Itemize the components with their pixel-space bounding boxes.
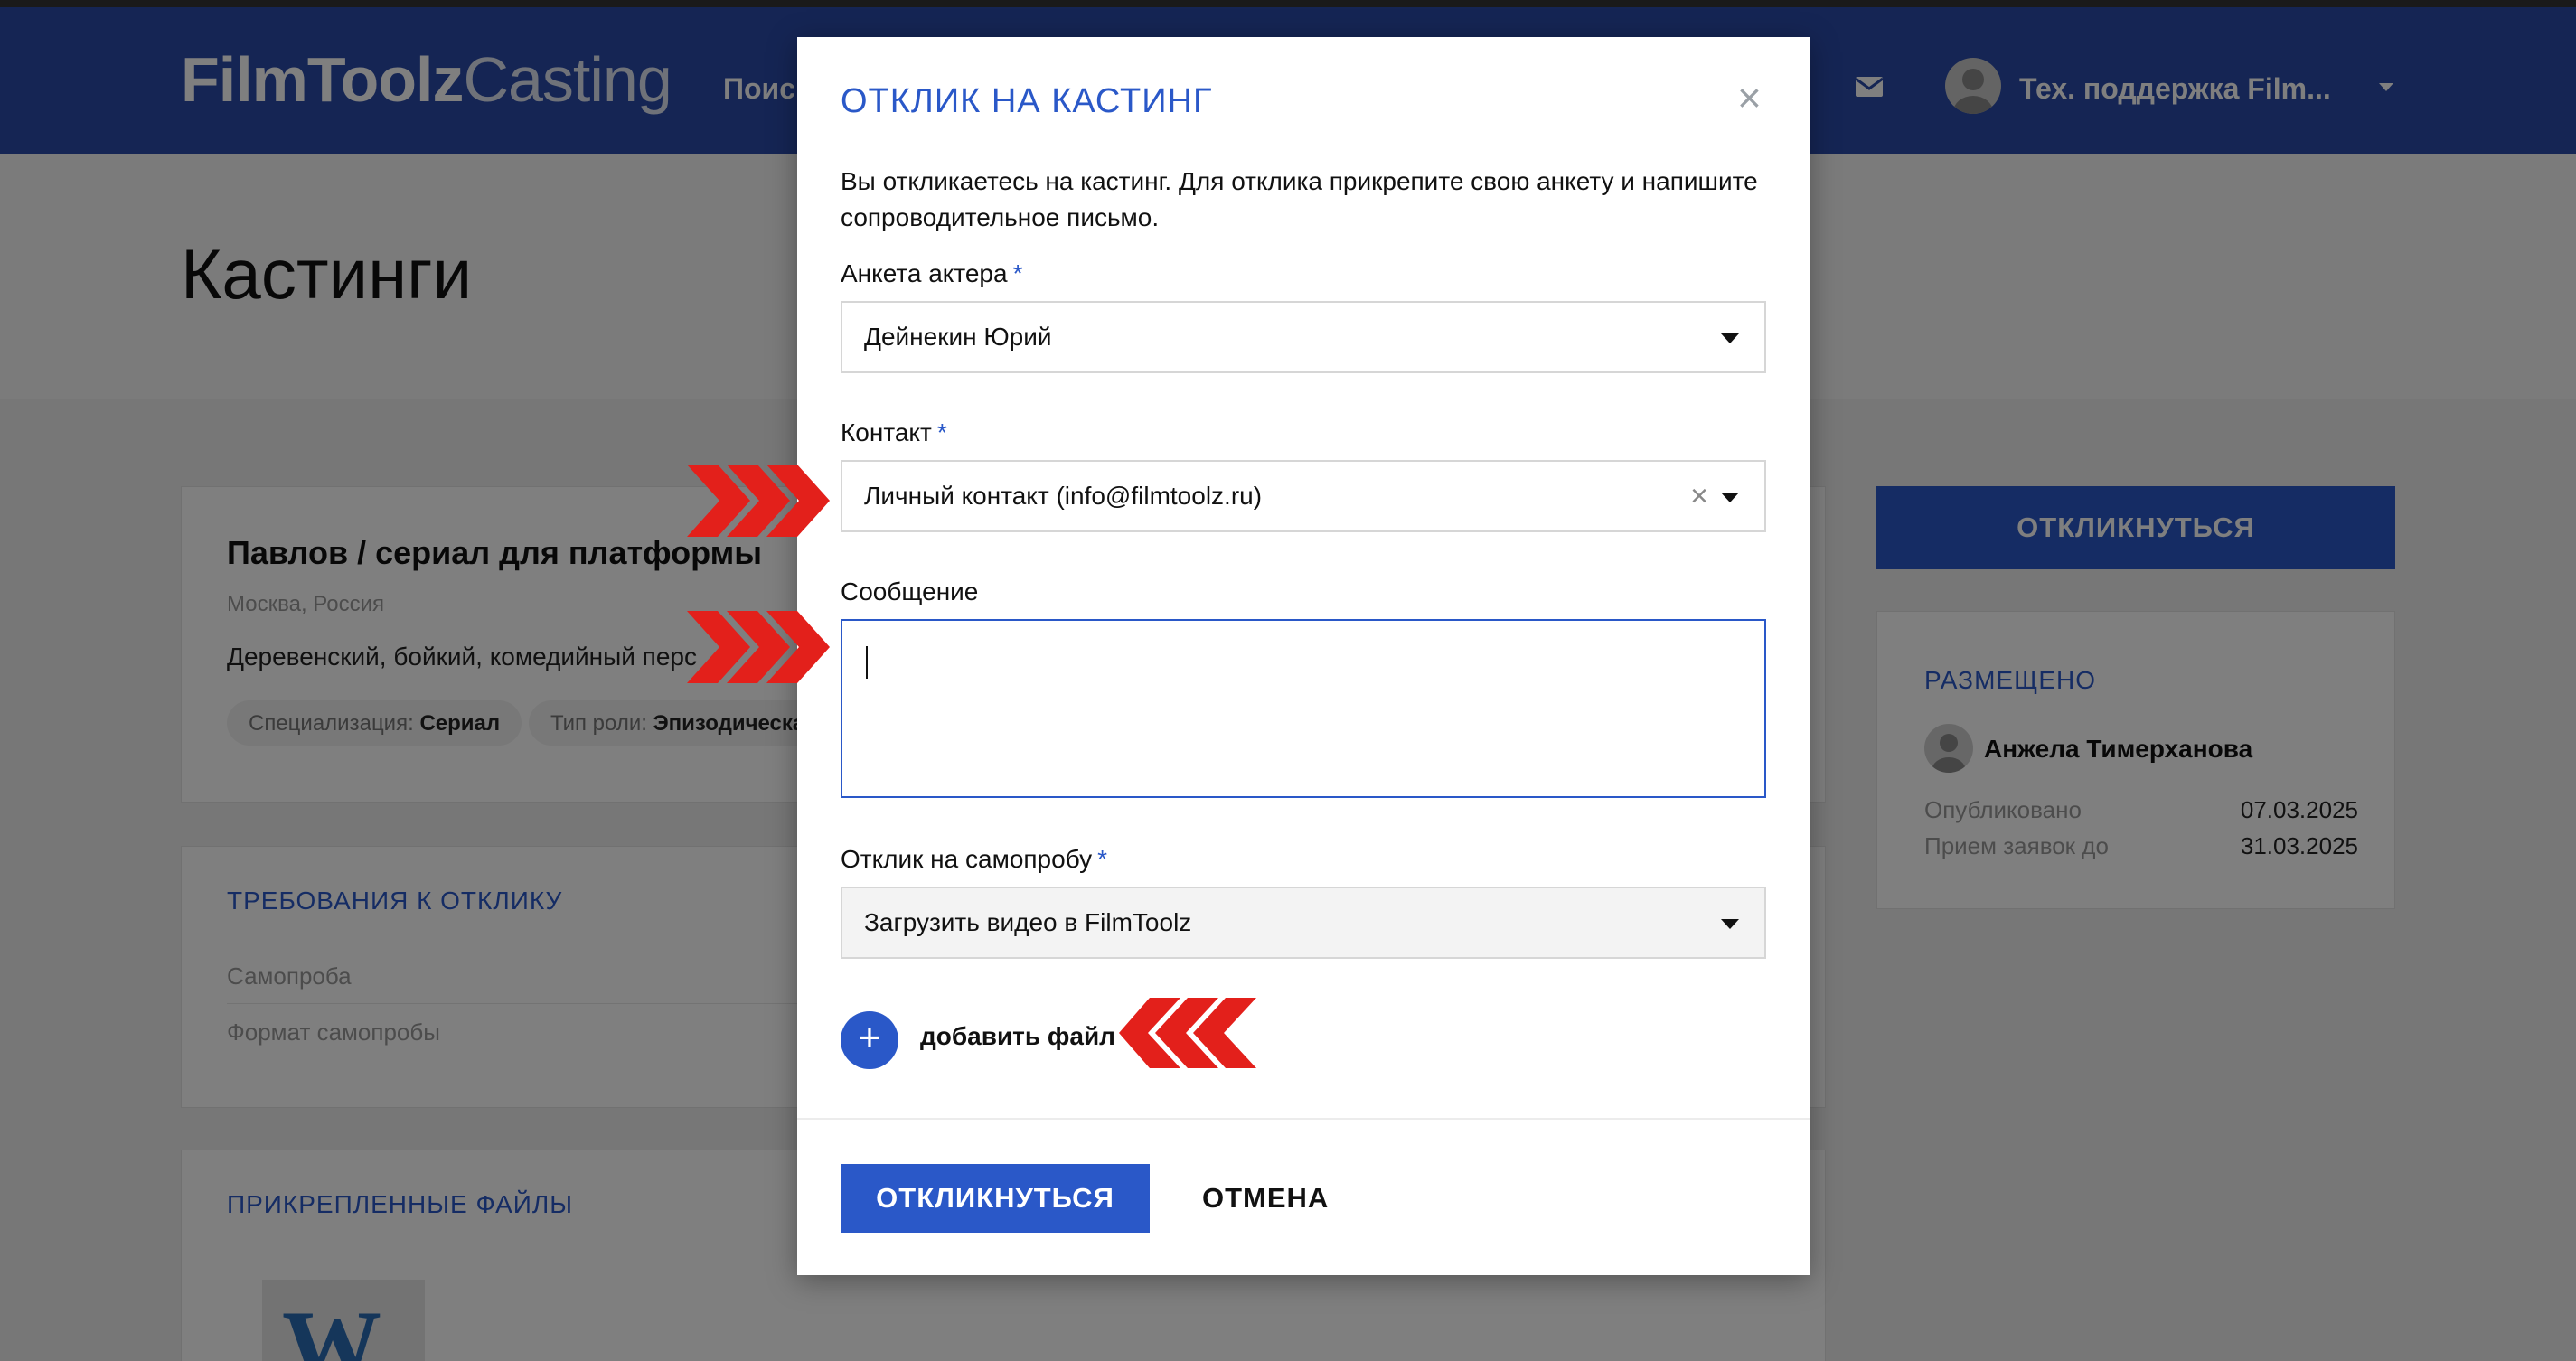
annotation-arrow-contact bbox=[687, 465, 830, 537]
required-mark: * bbox=[936, 418, 947, 446]
contact-label-text: Контакт bbox=[841, 418, 932, 446]
profile-select[interactable]: Дейнекин Юрий bbox=[841, 301, 1766, 373]
annotation-arrow-add-file bbox=[1119, 998, 1256, 1068]
profile-label: Анкета актера * bbox=[841, 259, 1022, 288]
selftape-select-value: Загрузить видео в FilmToolz bbox=[864, 908, 1192, 936]
required-mark: * bbox=[1097, 845, 1108, 873]
cancel-button[interactable]: ОТМЕНА bbox=[1202, 1164, 1329, 1233]
chevron-down-icon[interactable] bbox=[1721, 919, 1739, 929]
contact-select[interactable]: Личный контакт (info@filmtoolz.ru) × bbox=[841, 460, 1766, 532]
message-textarea[interactable] bbox=[841, 619, 1766, 798]
contact-label: Контакт * bbox=[841, 418, 947, 447]
plus-icon[interactable]: + bbox=[841, 1011, 898, 1069]
submit-response-button[interactable]: ОТКЛИКНУТЬСЯ bbox=[841, 1164, 1150, 1233]
window-top-strip bbox=[0, 0, 2576, 7]
contact-select-value: Личный контакт (info@filmtoolz.ru) bbox=[864, 482, 1263, 510]
clear-icon[interactable]: × bbox=[1690, 462, 1708, 530]
selftape-label: Отклик на самопробу * bbox=[841, 845, 1107, 874]
text-cursor bbox=[866, 646, 868, 679]
modal-divider bbox=[797, 1118, 1810, 1120]
message-label-text: Сообщение bbox=[841, 577, 979, 605]
close-icon[interactable]: × bbox=[1737, 77, 1762, 118]
modal-title: ОТКЛИК НА КАСТИНГ bbox=[841, 82, 1213, 120]
chevron-down-icon[interactable] bbox=[1721, 333, 1739, 343]
profile-label-text: Анкета актера bbox=[841, 259, 1008, 287]
message-label: Сообщение bbox=[841, 577, 978, 606]
casting-response-modal: ОТКЛИК НА КАСТИНГ × Вы откликаетесь на к… bbox=[797, 37, 1810, 1275]
selftape-label-text: Отклик на самопробу bbox=[841, 845, 1093, 873]
modal-intro-text: Вы откликаетесь на кастинг. Для отклика … bbox=[841, 167, 1758, 231]
selftape-select[interactable]: Загрузить видео в FilmToolz bbox=[841, 887, 1766, 959]
add-file-link[interactable]: добавить файл bbox=[920, 1022, 1115, 1051]
annotation-arrow-message bbox=[687, 611, 830, 683]
required-mark: * bbox=[1012, 259, 1023, 287]
chevron-down-icon[interactable] bbox=[1721, 493, 1739, 502]
profile-select-value: Дейнекин Юрий bbox=[864, 323, 1052, 351]
